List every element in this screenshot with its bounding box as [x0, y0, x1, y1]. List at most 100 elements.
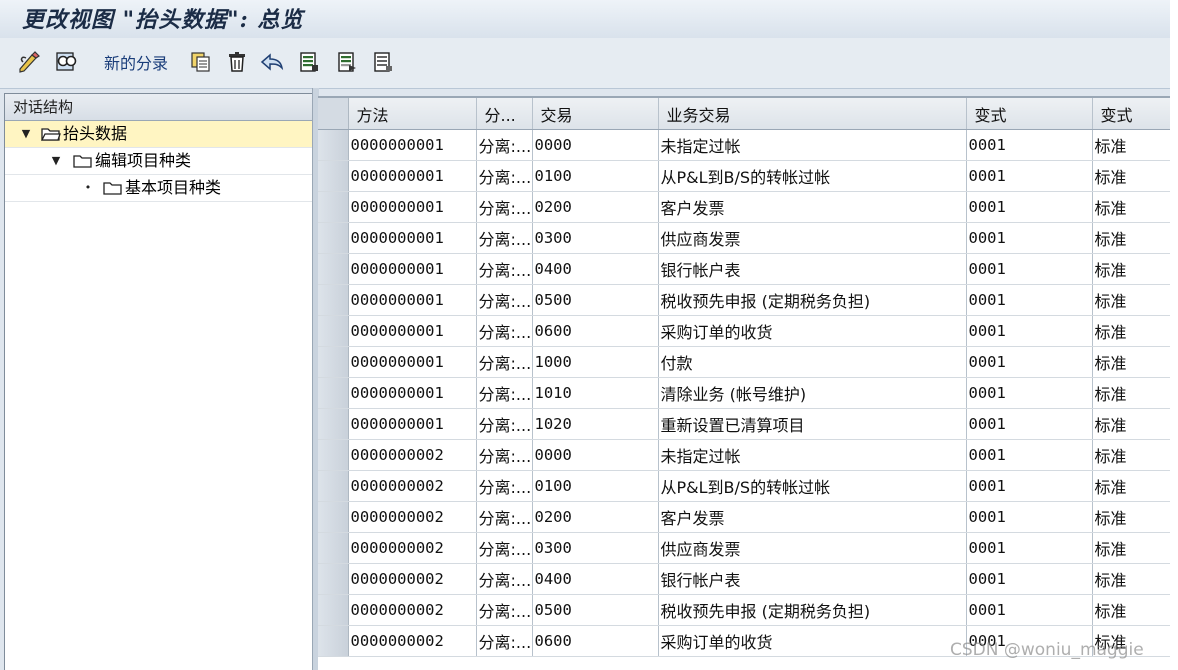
row-selector[interactable] — [318, 253, 349, 285]
cell-variant-text[interactable]: 标准 — [1092, 160, 1170, 192]
column-header-variant[interactable]: 变式 — [966, 98, 1093, 130]
cell-variant-text[interactable]: 标准 — [1092, 377, 1170, 409]
cell-variant[interactable]: 0001 — [966, 377, 1093, 409]
cell-variant-text[interactable]: 标准 — [1092, 439, 1170, 471]
cell-variant[interactable]: 0001 — [966, 346, 1093, 378]
cell-variant-text[interactable]: 标准 — [1092, 315, 1170, 347]
cell-split[interactable]: 分离:... — [476, 470, 533, 502]
cell-variant-text[interactable]: 标准 — [1092, 222, 1170, 254]
table-row[interactable]: 0000000001 分离:... 0500 税收预先申报 (定期税务负担) 0001 标… — [318, 284, 1170, 316]
cell-variant[interactable]: 0001 — [966, 253, 1093, 285]
cell-variant-text[interactable]: 标准 — [1092, 253, 1170, 285]
undo-icon[interactable] — [258, 50, 286, 74]
table-row[interactable]: 0000000001 分离:... 1010 清除业务 (帐号维护) 0001 标准 — [318, 377, 1170, 409]
column-header-business-transaction[interactable]: 业务交易 — [658, 98, 967, 130]
cell-method[interactable]: 0000000001 — [348, 160, 477, 192]
select-all-cell[interactable] — [318, 98, 349, 130]
column-header-method[interactable]: 方法 — [348, 98, 477, 130]
cell-variant[interactable]: 0001 — [966, 594, 1093, 626]
row-selector[interactable] — [318, 594, 349, 626]
cell-transaction[interactable]: 0100 — [532, 160, 659, 192]
cell-transaction[interactable]: 0600 — [532, 315, 659, 347]
table-row[interactable]: 0000000001 分离:... 1020 重新设置已清算项目 0001 标准 — [318, 408, 1170, 440]
cell-method[interactable]: 0000000001 — [348, 253, 477, 285]
cell-split[interactable]: 分离:... — [476, 625, 533, 657]
cell-split[interactable]: 分离:... — [476, 439, 533, 471]
cell-transaction[interactable]: 0000 — [532, 439, 659, 471]
cell-method[interactable]: 0000000002 — [348, 594, 477, 626]
cell-business-transaction[interactable]: 银行帐户表 — [658, 563, 967, 595]
table-row[interactable]: 0000000001 分离:... 0000 未指定过帐 0001 标准 — [318, 129, 1170, 161]
cell-business-transaction[interactable]: 客户发票 — [658, 501, 967, 533]
row-selector[interactable] — [318, 191, 349, 223]
cell-variant-text[interactable]: 标准 — [1092, 563, 1170, 595]
cell-business-transaction[interactable]: 重新设置已清算项目 — [658, 408, 967, 440]
cell-method[interactable]: 0000000001 — [348, 284, 477, 316]
cell-business-transaction[interactable]: 银行帐户表 — [658, 253, 967, 285]
cell-business-transaction[interactable]: 未指定过帐 — [658, 129, 967, 161]
cell-variant[interactable]: 0001 — [966, 408, 1093, 440]
table-row[interactable]: 0000000002 分离:... 0500 税收预先申报 (定期税务负担) 0001 标… — [318, 594, 1170, 626]
cell-variant[interactable]: 0001 — [966, 501, 1093, 533]
cell-variant-text[interactable]: 标准 — [1092, 284, 1170, 316]
cell-split[interactable]: 分离:... — [476, 408, 533, 440]
cell-variant-text[interactable]: 标准 — [1092, 346, 1170, 378]
cell-transaction[interactable]: 0400 — [532, 563, 659, 595]
cell-variant[interactable]: 0001 — [966, 532, 1093, 564]
cell-method[interactable]: 0000000002 — [348, 563, 477, 595]
row-selector[interactable] — [318, 284, 349, 316]
cell-method[interactable]: 0000000001 — [348, 377, 477, 409]
cell-transaction[interactable]: 0300 — [532, 532, 659, 564]
row-selector[interactable] — [318, 563, 349, 595]
cell-business-transaction[interactable]: 付款 — [658, 346, 967, 378]
table-row[interactable]: 0000000001 分离:... 0300 供应商发票 0001 标准 — [318, 222, 1170, 254]
new-entries-button[interactable]: 新的分录 — [96, 50, 176, 74]
cell-variant[interactable]: 0001 — [966, 563, 1093, 595]
cell-variant-text[interactable]: 标准 — [1092, 129, 1170, 161]
cell-method[interactable]: 0000000001 — [348, 222, 477, 254]
cell-variant[interactable]: 0001 — [966, 315, 1093, 347]
cell-business-transaction[interactable]: 未指定过帐 — [658, 439, 967, 471]
cell-method[interactable]: 0000000002 — [348, 625, 477, 657]
cell-variant-text[interactable]: 标准 — [1092, 191, 1170, 223]
cell-business-transaction[interactable]: 客户发票 — [658, 191, 967, 223]
cell-transaction[interactable]: 0300 — [532, 222, 659, 254]
column-header-variant-text[interactable]: 变式 — [1092, 98, 1170, 130]
cell-variant-text[interactable]: 标准 — [1092, 532, 1170, 564]
cell-business-transaction[interactable]: 供应商发票 — [658, 222, 967, 254]
cell-split[interactable]: 分离:... — [476, 129, 533, 161]
cell-variant[interactable]: 0001 — [966, 284, 1093, 316]
cell-business-transaction[interactable]: 从P&L到B/S的转帐过帐 — [658, 470, 967, 502]
row-selector[interactable] — [318, 532, 349, 564]
tree-expand-toggle[interactable]: ▼ — [19, 121, 33, 147]
delete-trash-icon[interactable] — [224, 50, 250, 74]
row-selector[interactable] — [318, 377, 349, 409]
cell-transaction[interactable]: 0600 — [532, 625, 659, 657]
cell-variant-text[interactable]: 标准 — [1092, 501, 1170, 533]
cell-variant-text[interactable]: 标准 — [1092, 470, 1170, 502]
column-header-transaction[interactable]: 交易 — [532, 98, 659, 130]
tree-node-header-data[interactable]: ▼ 抬头数据 — [5, 121, 313, 148]
cell-business-transaction[interactable]: 税收预先申报 (定期税务负担) — [658, 284, 967, 316]
cell-split[interactable]: 分离:... — [476, 563, 533, 595]
cell-transaction[interactable]: 1000 — [532, 346, 659, 378]
tree-node-basic-item-categories[interactable]: • 基本项目种类 — [5, 175, 313, 202]
cell-split[interactable]: 分离:... — [476, 284, 533, 316]
cell-variant[interactable]: 0001 — [966, 439, 1093, 471]
cell-transaction[interactable]: 0500 — [532, 284, 659, 316]
row-selector[interactable] — [318, 346, 349, 378]
tree-expand-toggle[interactable]: ▼ — [49, 148, 63, 174]
row-selector[interactable] — [318, 625, 349, 657]
cell-transaction[interactable]: 0200 — [532, 191, 659, 223]
cell-transaction[interactable]: 0100 — [532, 470, 659, 502]
cell-split[interactable]: 分离:... — [476, 532, 533, 564]
cell-method[interactable]: 0000000001 — [348, 315, 477, 347]
cell-split[interactable]: 分离:... — [476, 501, 533, 533]
display-glasses-icon[interactable] — [52, 50, 80, 74]
copy-icon[interactable] — [188, 50, 214, 74]
cell-business-transaction[interactable]: 清除业务 (帐号维护) — [658, 377, 967, 409]
cell-transaction[interactable]: 1020 — [532, 408, 659, 440]
cell-split[interactable]: 分离:... — [476, 377, 533, 409]
deselect-all-icon[interactable] — [370, 50, 396, 74]
column-header-split[interactable]: 分... — [476, 98, 533, 130]
